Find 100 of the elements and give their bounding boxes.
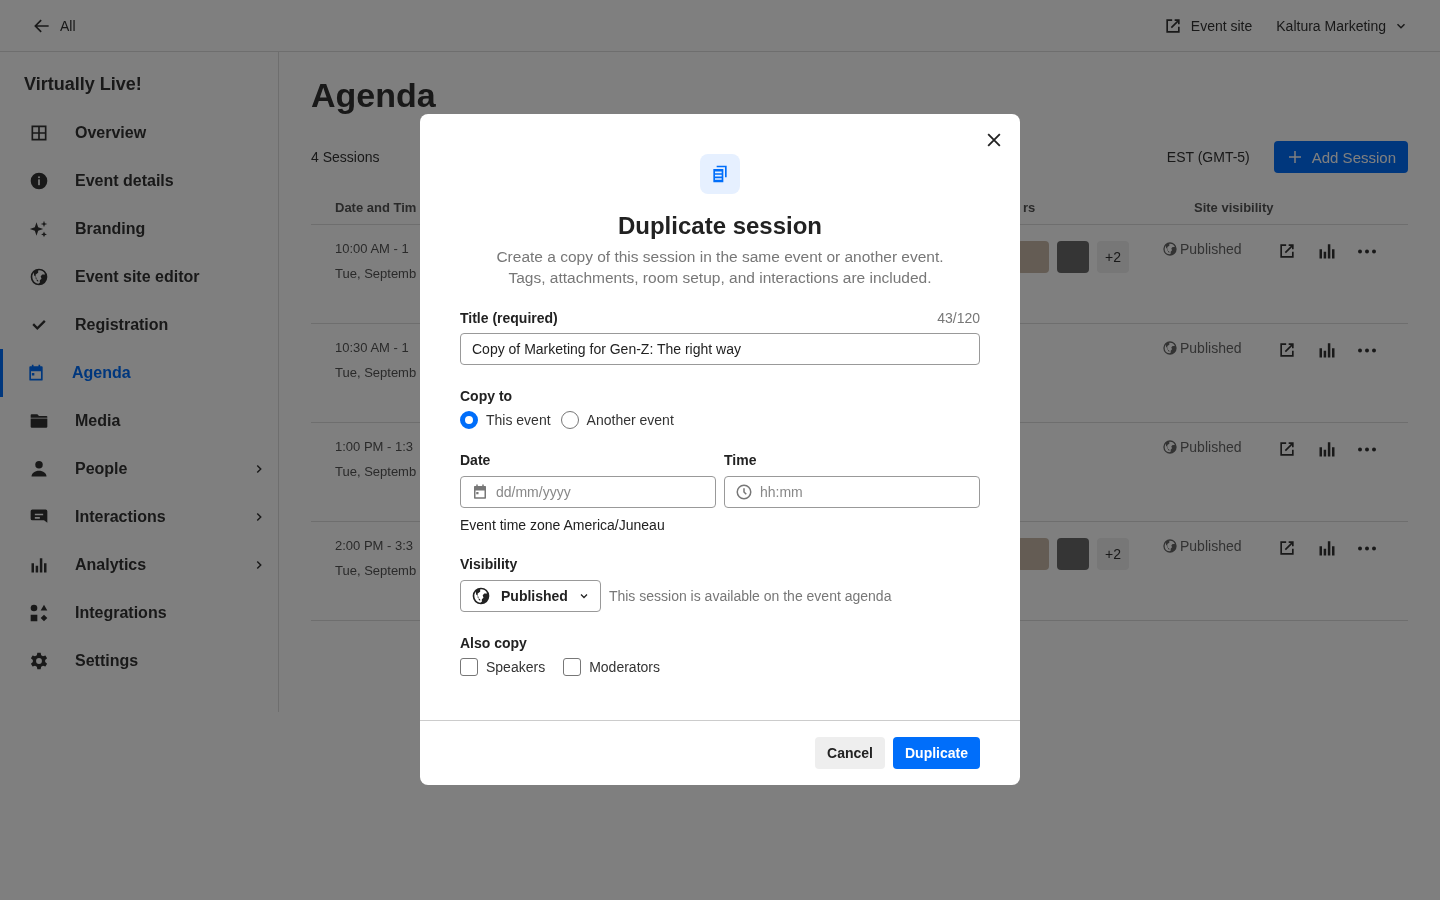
- sidebar-item[interactable]: Media: [0, 397, 278, 445]
- person-icon: [29, 459, 49, 479]
- bar-chart-icon: [1317, 241, 1337, 261]
- back-link[interactable]: All: [32, 15, 76, 36]
- globe-icon: [1162, 340, 1178, 356]
- session-time: 1:00 PM - 1:3: [335, 439, 414, 454]
- add-session-button[interactable]: Add Session: [1273, 141, 1408, 173]
- column-header: Date and Tim: [335, 200, 417, 215]
- session-time: 2:00 PM - 3:3: [335, 538, 414, 553]
- sidebar-item[interactable]: People: [0, 445, 278, 493]
- analytics-button[interactable]: [1317, 439, 1337, 460]
- account-dropdown[interactable]: Kaltura Marketing: [1276, 17, 1408, 34]
- title-input[interactable]: Copy of Marketing for Gen-Z: The right way: [460, 333, 980, 365]
- clock-icon: [735, 483, 753, 501]
- sidebar-label: Settings: [75, 652, 140, 670]
- page-title: Agenda: [311, 76, 436, 115]
- column-header: rs: [1023, 200, 1036, 215]
- more-speakers-count: +2: [1097, 538, 1129, 570]
- sidebar-label: People: [75, 460, 129, 478]
- checkbox[interactable]: [460, 658, 478, 676]
- column-header: Site visibility: [1194, 200, 1274, 215]
- radio-label: Another event: [586, 412, 674, 428]
- sidebar-item[interactable]: Registration: [0, 301, 278, 349]
- session-date: Tue, Septemb: [335, 464, 417, 479]
- sidebar-item[interactable]: Agenda: [0, 349, 278, 397]
- cancel-button[interactable]: Cancel: [815, 737, 885, 769]
- session-date: Tue, Septemb: [335, 563, 417, 578]
- sidebar-item[interactable]: Integrations: [0, 589, 278, 637]
- sparkle-icon: [29, 219, 49, 239]
- sidebar-item[interactable]: Analytics: [0, 541, 278, 589]
- event-site-link[interactable]: Event site: [1162, 15, 1253, 36]
- visibility-dropdown[interactable]: Published: [460, 580, 601, 612]
- analytics-button[interactable]: [1317, 538, 1337, 559]
- visibility-status: Published: [1180, 340, 1242, 356]
- visibility-status: Published: [1180, 439, 1242, 455]
- calendar-icon: [26, 363, 46, 383]
- calendar-icon: [471, 483, 489, 501]
- session-time: 10:30 AM - 1: [335, 340, 409, 355]
- sidebar-item[interactable]: Settings: [0, 637, 278, 685]
- radio-label: This event: [486, 412, 551, 428]
- external-link-icon: [1277, 538, 1297, 558]
- globe-icon: [1162, 241, 1178, 257]
- sidebar-label: Event details: [75, 172, 175, 190]
- date-field[interactable]: dd/mm/yyyy: [460, 476, 716, 508]
- more-icon: [1357, 447, 1377, 452]
- timezone-note: Event time zone America/Juneau: [460, 517, 666, 533]
- field-label: Date: [460, 452, 491, 468]
- event-title: Virtually Live!: [23, 74, 143, 95]
- sidebar-label: Media: [75, 412, 122, 430]
- sidebar-label: Interactions: [75, 508, 167, 526]
- radio-button[interactable]: [560, 411, 579, 429]
- external-link-icon: [1277, 340, 1297, 360]
- more-speakers-count: +2: [1097, 241, 1129, 273]
- dialog-description: Create a copy of this session in the same event or another event. Tags, attachments, room setup, and interactions are included.: [496, 247, 944, 288]
- sidebar-item[interactable]: Branding: [0, 205, 278, 253]
- character-counter: 43/120: [937, 310, 980, 326]
- sidebar-label: Event site editor: [75, 268, 201, 286]
- sidebar-item[interactable]: Overview: [0, 109, 278, 157]
- field-label: Visibility: [460, 556, 518, 572]
- more-icon: [1357, 249, 1377, 254]
- sidebar-item[interactable]: Event site editor: [0, 253, 278, 301]
- session-date: Tue, Septemb: [335, 266, 417, 281]
- time-field[interactable]: hh:mm: [724, 476, 980, 508]
- globe-icon: [1162, 538, 1178, 554]
- analytics-button[interactable]: [1317, 340, 1337, 361]
- avatar-placeholder: [1057, 538, 1089, 570]
- visibility-status: Published: [1180, 241, 1242, 257]
- visibility-note: This session is available on the event agenda: [608, 588, 892, 604]
- field-label: Time: [724, 452, 757, 468]
- timezone-label: EST (GMT-5): [1166, 149, 1250, 165]
- dialog-title: Duplicate session: [617, 212, 823, 240]
- sidebar-label: Branding: [75, 220, 147, 238]
- grid-icon: [29, 123, 49, 143]
- sidebar-item[interactable]: Interactions: [0, 493, 278, 541]
- duplicate-button[interactable]: Duplicate: [893, 737, 980, 769]
- more-icon: [1357, 546, 1377, 551]
- analytics-button[interactable]: [1317, 241, 1337, 262]
- sidebar-label: Overview: [75, 124, 148, 142]
- sidebar-label: Analytics: [75, 556, 148, 574]
- session-date: Tue, Septemb: [335, 365, 417, 380]
- bar-chart-icon: [1317, 340, 1337, 360]
- sidebar-label: Registration: [75, 316, 170, 334]
- sidebar-label: Agenda: [72, 364, 132, 382]
- sidebar-label: Integrations: [75, 604, 168, 622]
- session-count: 4 Sessions: [311, 149, 380, 165]
- bar-chart-icon: [29, 555, 49, 575]
- folder-icon: [29, 411, 49, 431]
- radio-button[interactable]: [460, 411, 478, 429]
- shapes-icon: [29, 603, 49, 623]
- globe-icon: [29, 267, 49, 287]
- avatar-placeholder: [1057, 241, 1089, 273]
- external-link-icon: [1277, 439, 1297, 459]
- field-label: Copy to: [460, 388, 513, 404]
- external-link-icon: [1277, 241, 1297, 261]
- sidebar-item[interactable]: Event details: [0, 157, 278, 205]
- field-label: Title (required): [460, 310, 558, 326]
- gear-icon: [29, 651, 49, 671]
- checkbox[interactable]: [563, 658, 582, 676]
- bar-chart-icon: [1317, 538, 1337, 558]
- globe-icon: [1162, 439, 1178, 455]
